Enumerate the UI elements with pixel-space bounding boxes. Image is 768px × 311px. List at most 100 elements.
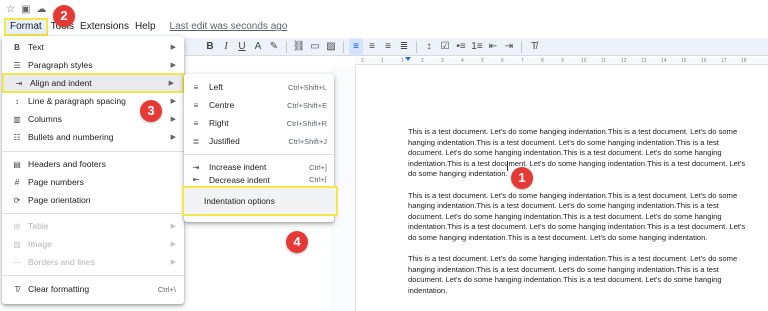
underline-icon[interactable]: U [235, 39, 249, 55]
page-orientation-icon: ⟳ [13, 195, 21, 205]
align-center-icon: ≡ [193, 100, 199, 110]
indentation-options-item[interactable]: Indentation options [182, 186, 338, 216]
format-menu-headers-footers[interactable]: ▤ Headers and footers [2, 155, 184, 173]
highlight-color-icon[interactable]: ✎ [267, 39, 281, 55]
menubar: Format Tools Extensions Help Last edit w… [0, 18, 290, 36]
borders-lines-icon: — [13, 257, 21, 267]
toolbar: B I U A ✎ ⛓ ▭ ▨ ≡ ≡ ≡ ≣ ↕ ☑ •≡ 1≡ ⇤ ⇥ T̸ [203, 39, 541, 55]
text-color-icon[interactable]: A [251, 39, 265, 55]
align-right-icon[interactable]: ≡ [381, 39, 395, 55]
align-left-icon: ≡ [193, 82, 199, 92]
numbered-list-icon[interactable]: 1≡ [470, 39, 484, 55]
decrease-indent-icon: ⇤ [192, 175, 200, 183]
submenu-arrow-icon: ▶ [170, 223, 176, 230]
format-menu-paragraph-styles[interactable]: ☰ Paragraph styles ▶ [2, 56, 184, 74]
star-icon[interactable]: ☆ [6, 3, 15, 17]
align-right-icon: ≡ [193, 118, 199, 128]
increase-indent-icon: ⇥ [192, 162, 200, 172]
headers-footers-icon: ▤ [13, 159, 21, 169]
align-center-item[interactable]: ≡ Centre Ctrl+Shift+E [184, 96, 334, 114]
format-menu-text[interactable]: B Text ▶ [2, 38, 184, 56]
align-indent-submenu: ≡ Left Ctrl+Shift+L ≡ Centre Ctrl+Shift+… [182, 74, 338, 222]
align-justify-icon: ≣ [192, 136, 200, 146]
insert-link-icon[interactable]: ⛓ [292, 39, 306, 55]
insert-image-icon[interactable]: ▨ [324, 39, 338, 55]
submenu-arrow-icon: ▶ [170, 44, 176, 51]
format-menu-borders-lines: — Borders and lines ▶ [2, 253, 184, 271]
ruler-tick-label: 16 [701, 58, 707, 64]
document-body[interactable]: This is a test document. Let's do some h… [408, 127, 748, 307]
ruler-tick-label: 1 [381, 58, 384, 64]
menu-divider [184, 154, 334, 155]
ruler-tick-label: 1 [401, 58, 404, 64]
paragraph[interactable]: This is a test document. Let's do some h… [408, 127, 748, 180]
ruler-tick-label: 18 [741, 58, 747, 64]
format-menu-align-and-indent[interactable]: ⇥ Align and indent ▶ [2, 73, 184, 93]
clear-formatting-icon: T̸ [14, 284, 20, 294]
bulleted-list-icon[interactable]: •≡ [454, 39, 468, 55]
bullets-icon: ☷ [13, 132, 21, 142]
align-right-item[interactable]: ≡ Right Ctrl+Shift+R [184, 114, 334, 132]
callout-badge: 3 [140, 100, 162, 122]
align-indent-icon: ⇥ [15, 78, 23, 88]
ruler-tick-label: 7 [521, 58, 524, 64]
ruler-tick-label: 6 [501, 58, 504, 64]
menu-format[interactable]: Format [4, 18, 48, 36]
increase-indent-item[interactable]: ⇥ Increase indent Ctrl+] [184, 158, 334, 176]
paragraph[interactable]: This is a test document. Let's do some h… [408, 191, 748, 244]
ruler-tick-label: 5 [481, 58, 484, 64]
clear-formatting-icon[interactable]: T̸ [527, 39, 541, 55]
ruler-tick-label: 3 [441, 58, 444, 64]
submenu-arrow-icon: ▶ [170, 259, 176, 266]
submenu-arrow-icon: ▶ [170, 134, 176, 141]
line-spacing-icon: ↕ [15, 96, 19, 106]
ruler-tick-label: 2 [361, 58, 364, 64]
ruler[interactable]: 2 1 1 2 3 4 5 6 7 8 9 10 11 12 13 14 15 16 17 18 [355, 57, 768, 65]
format-menu-bullets-numbering[interactable]: ☷ Bullets and numbering ▶ [2, 128, 184, 146]
callout-badge: 1 [511, 167, 533, 189]
columns-icon: ▥ [13, 114, 21, 124]
align-justify-icon[interactable]: ≣ [397, 39, 411, 55]
ruler-tick-label: 10 [581, 58, 587, 64]
ruler-tick-label: 12 [621, 58, 627, 64]
align-center-icon[interactable]: ≡ [365, 39, 379, 55]
format-menu: B Text ▶ ☰ Paragraph styles ▶ ⇥ Align an… [2, 36, 184, 304]
decrease-indent-icon[interactable]: ⇤ [486, 39, 500, 55]
line-spacing-icon[interactable]: ↕ [422, 39, 436, 55]
submenu-arrow-icon: ▶ [170, 62, 176, 69]
bold-icon[interactable]: B [203, 39, 217, 55]
bold-icon: B [14, 42, 20, 52]
text-cursor [507, 161, 508, 171]
italic-icon[interactable]: I [219, 39, 233, 55]
toolbar-divider [416, 41, 417, 53]
ruler-tick-label: 11 [601, 58, 607, 64]
align-left-icon[interactable]: ≡ [349, 39, 363, 55]
align-justified-item[interactable]: ≣ Justified Ctrl+Shift+J [184, 132, 334, 150]
checklist-icon[interactable]: ☑ [438, 39, 452, 55]
menu-extensions[interactable]: Extensions [77, 18, 132, 36]
toolbar-divider [286, 41, 287, 53]
format-menu-clear-formatting[interactable]: T̸ Clear formatting Ctrl+\ [2, 280, 184, 298]
image-icon: ▨ [13, 239, 21, 249]
add-comment-icon[interactable]: ▭ [308, 39, 322, 55]
decrease-indent-item[interactable]: ⇤ Decrease indent Ctrl+[ [184, 175, 334, 183]
last-edit-link[interactable]: Last edit was seconds ago [167, 18, 291, 36]
ruler-tick-label: 15 [681, 58, 687, 64]
ruler-tick-label: 14 [661, 58, 667, 64]
menu-help[interactable]: Help [132, 18, 159, 36]
ruler-tick-label: 8 [541, 58, 544, 64]
submenu-arrow-icon: ▶ [168, 80, 174, 87]
toolbar-divider [521, 41, 522, 53]
align-left-item[interactable]: ≡ Left Ctrl+Shift+L [184, 78, 334, 96]
increase-indent-icon[interactable]: ⇥ [502, 39, 516, 55]
cloud-status-icon[interactable]: ☁ [36, 3, 46, 17]
format-menu-page-numbers[interactable]: # Page numbers [2, 173, 184, 191]
menu-divider [2, 275, 184, 276]
paragraph[interactable]: This is a test document. Let's do some h… [408, 254, 748, 296]
format-menu-page-orientation[interactable]: ⟳ Page orientation [2, 191, 184, 209]
doc-title-icons: ☆ ▣ ☁ [6, 3, 46, 17]
indent-marker[interactable] [405, 57, 411, 61]
ruler-tick-label: 4 [461, 58, 464, 64]
submenu-arrow-icon: ▶ [170, 116, 176, 123]
move-folder-icon[interactable]: ▣ [21, 3, 30, 17]
